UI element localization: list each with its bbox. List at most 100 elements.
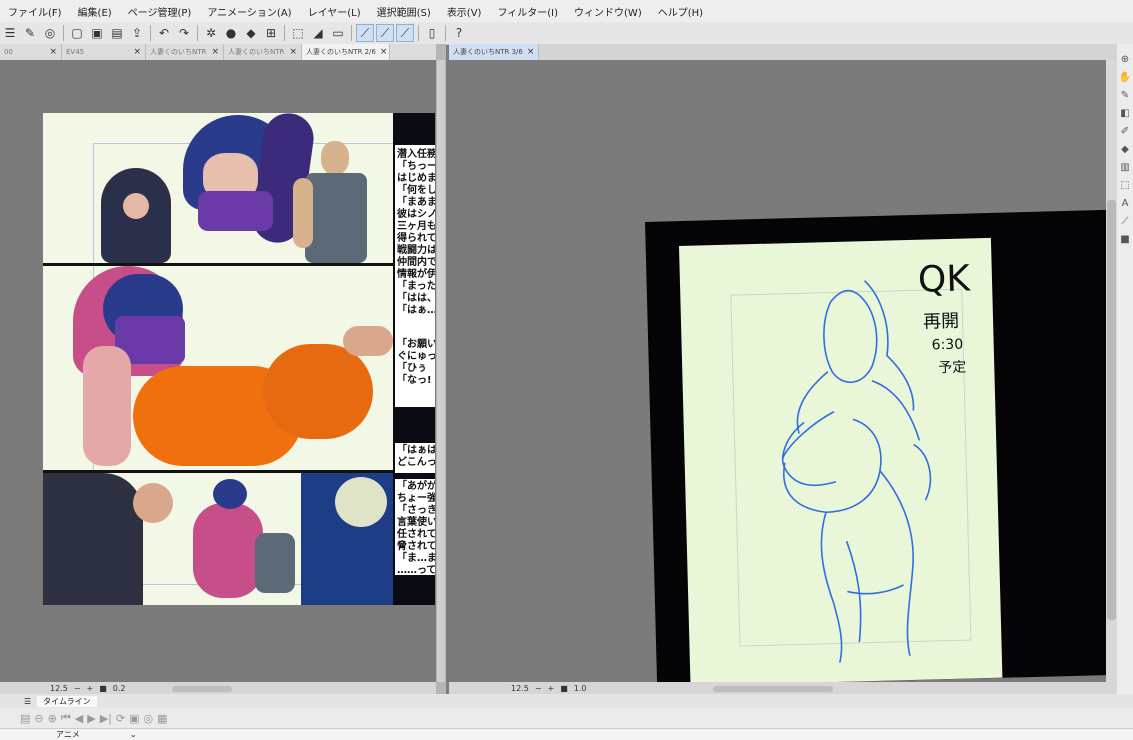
left-canvas-area[interactable]: 潜入任務 「ちっー はじめま 「何をし 「まあま 彼はシノ 三ヶ月も 得られて 戦闘力は 仲間内で… [0,60,436,682]
track-name[interactable]: アニメ [56,729,80,740]
device-icon[interactable]: ▯ [423,24,441,42]
toolbar-separator [197,25,198,41]
sketch-page[interactable]: QK 再開 6:30 予定 [679,237,1003,682]
comic-text-side: 潜入任務 「ちっー はじめま 「何をし 「まあま 彼はシノ 三ヶ月も 得られて 戦闘力は 仲間内で… [397,149,435,317]
zoom-out-icon[interactable]: − [535,684,542,693]
export-icon[interactable]: ⇪ [128,24,146,42]
manga-page[interactable]: 潜入任務 「ちっー はじめま 「何をし 「まあま 彼はシノ 三ヶ月も 得られて 戦闘力は 仲間内で… [43,113,435,605]
menu-item[interactable]: ヘルプ(H) [650,4,711,19]
shape-icon[interactable]: ◢ [309,24,327,42]
ruler-icon[interactable]: ⟋ [356,24,374,42]
new-file-icon[interactable]: ▢ [68,24,86,42]
menu-item[interactable]: ファイル(F) [0,4,70,19]
undo-icon[interactable]: ↶ [155,24,173,42]
tab-document[interactable]: 人妻くのいちNTR × [224,44,302,60]
tab-document[interactable]: 00 × [0,44,62,60]
close-icon[interactable]: × [49,47,57,57]
prev-frame-icon[interactable]: ◀ [75,712,83,725]
select-tool-icon[interactable]: ⬚ [1120,180,1129,191]
tab-document[interactable]: 人妻くのいちNTR × [146,44,224,60]
tab-document[interactable]: 人妻くのいちNTR 2/6 × [302,44,390,60]
menu-item[interactable]: フィルター(I) [489,4,566,19]
close-icon[interactable]: × [211,47,219,57]
pen-icon[interactable]: ✎ [1121,90,1129,101]
fit-icon[interactable]: ■ [99,684,107,693]
timeline-header: ☰ タイムライン [0,694,1133,708]
new-cel-icon[interactable]: ▣ [129,712,139,725]
character-kunoichi-mask [198,191,273,231]
menu-item[interactable]: 表示(V) [439,4,490,19]
eraser-icon[interactable]: ◧ [1120,108,1129,119]
tab-document[interactable]: 人妻くのいちNTR 3/6 × [449,44,539,60]
text-tool-icon[interactable]: A [1122,198,1129,209]
panel-middle-art [43,266,393,471]
play-icon[interactable]: ▶ [87,712,95,725]
redo-icon[interactable]: ↷ [175,24,193,42]
new-timeline-icon[interactable]: ▤ [20,712,30,725]
next-frame-icon[interactable]: ▶| [100,712,112,725]
hand-icon[interactable]: ✋ [1119,72,1131,83]
angle-value[interactable]: 1.0 [574,684,587,693]
angle-value[interactable]: 0.2 [113,684,126,693]
close-icon[interactable]: × [527,47,535,57]
ruler-snap-icon[interactable]: ⟋ [376,24,394,42]
first-frame-icon[interactable]: ⏮ [61,711,71,725]
brush-icon[interactable]: ✐ [1121,126,1129,137]
zoom-in-icon[interactable]: + [87,684,94,693]
menu-item[interactable]: アニメーション(A) [199,4,299,19]
select-icon[interactable]: ⬚ [289,24,307,42]
zoom-icon[interactable]: ⊕ [1121,54,1129,65]
tab-label: 人妻くのいちNTR 3/6 [453,48,523,56]
ruler-special-icon[interactable]: ⟋ [396,24,414,42]
help-icon[interactable]: ? [450,24,468,42]
horizontal-scrollbar[interactable] [712,685,833,692]
zoom-out-icon[interactable]: − [74,684,81,693]
brush-settings-icon[interactable]: ✎ [21,24,39,42]
menu-item[interactable]: 選択範囲(S) [369,4,439,19]
close-icon[interactable]: × [289,47,297,57]
loop-icon[interactable]: ⟳ [116,712,125,725]
menu-item[interactable]: 編集(E) [70,4,120,19]
fit-icon[interactable]: ■ [560,684,568,693]
zoom-out-icon[interactable]: ⊖ [34,712,43,725]
gradient-icon[interactable]: ▥ [1120,162,1129,173]
left-vertical-scrollbar[interactable] [437,60,445,682]
tab-document[interactable]: EV45 × [62,44,146,60]
close-icon[interactable]: × [380,47,388,57]
tab-label: EV45 [66,48,85,56]
save-icon[interactable]: ▤ [108,24,126,42]
palette-menu-icon[interactable]: ☰ [24,697,31,706]
fill-icon[interactable]: ◆ [242,24,260,42]
close-icon[interactable]: × [133,47,141,57]
comic-text-line: 「はぁ… [397,305,435,316]
menu-bar: ファイル(F) 編集(E) ページ管理(P) アニメーション(A) レイヤー(L) 選択範… [0,0,1133,22]
ruler-tool-icon[interactable]: ⟋ [1122,216,1129,227]
scroll-thumb[interactable] [1107,200,1116,620]
frame-icon[interactable]: ▭ [329,24,347,42]
fill-tool-icon[interactable]: ◆ [1121,144,1129,155]
menu-item[interactable]: ウィンドウ(W) [566,4,650,19]
right-vertical-scrollbar[interactable] [1106,60,1117,682]
app-icon[interactable]: ◎ [41,24,59,42]
character-face-profile [133,483,173,523]
open-file-icon[interactable]: ▣ [88,24,106,42]
menu-icon[interactable]: ☰ [1,24,19,42]
menu-item[interactable]: ページ管理(P) [120,4,200,19]
onion-skin-icon[interactable]: ◎ [143,712,153,725]
loading-icon[interactable]: ✲ [202,24,220,42]
color-icon[interactable]: ■ [1120,234,1129,245]
zoom-in-icon[interactable]: + [548,684,555,693]
zoom-value[interactable]: 12.5 [50,684,68,693]
right-canvas-area[interactable]: QK 再開 6:30 予定 [449,60,1106,682]
figure-sketch [781,280,932,663]
character-blue-head [213,479,247,509]
chevron-down-icon[interactable]: ⌄ [130,730,137,739]
menu-item[interactable]: レイヤー(L) [300,4,369,19]
cel-spec-icon[interactable]: ▦ [157,712,167,725]
zoom-in-icon[interactable]: ⊕ [48,712,57,725]
comic-text-line: 潜入任務 [397,149,435,160]
transform-icon[interactable]: ⊞ [262,24,280,42]
clear-icon[interactable]: ● [222,24,240,42]
horizontal-scrollbar[interactable] [171,685,232,692]
zoom-value[interactable]: 12.5 [511,684,529,693]
